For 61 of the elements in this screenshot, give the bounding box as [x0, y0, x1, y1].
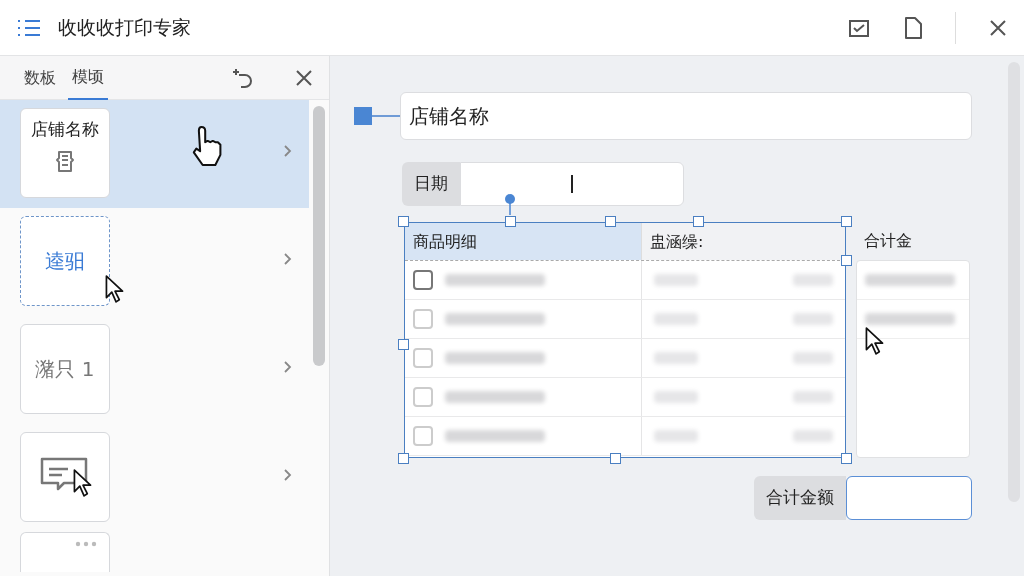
- blurred-text: [654, 274, 698, 286]
- resize-handle[interactable]: [398, 453, 409, 464]
- template-card[interactable]: 店铺名称: [20, 108, 110, 198]
- template-card[interactable]: 逵驲: [20, 216, 110, 306]
- resize-handle[interactable]: [610, 453, 621, 464]
- total-label: 合计金额: [754, 476, 846, 520]
- anchor-handle[interactable]: [354, 107, 372, 125]
- chevron-right-icon: [283, 144, 293, 158]
- template-card[interactable]: [20, 432, 110, 522]
- document-icon[interactable]: [903, 15, 923, 40]
- resize-handle[interactable]: [605, 216, 616, 227]
- close-icon[interactable]: [295, 68, 313, 87]
- checkbox[interactable]: [413, 387, 433, 407]
- resize-handle[interactable]: [841, 216, 852, 227]
- chevron-right-icon: [283, 468, 293, 482]
- sidebar-item[interactable]: 逵驲: [0, 208, 309, 316]
- sidebar-item[interactable]: 潴只 1: [0, 316, 309, 424]
- pointer-icon: [72, 468, 94, 498]
- blurred-text: [654, 391, 698, 403]
- panel-tab[interactable]: 数板: [20, 55, 60, 100]
- pointer-icon: [104, 274, 126, 304]
- template-card[interactable]: 潴只 1: [20, 324, 110, 414]
- close-icon[interactable]: [988, 17, 1008, 38]
- title-field[interactable]: 店铺名称: [400, 92, 972, 140]
- resize-handle[interactable]: [398, 339, 409, 350]
- chevron-right-icon: [283, 360, 293, 374]
- menu-icon[interactable]: [16, 17, 42, 38]
- resize-handle[interactable]: [841, 255, 852, 266]
- checkbox[interactable]: [413, 348, 433, 368]
- total-field[interactable]: [846, 476, 972, 520]
- scrollbar-thumb[interactable]: [313, 106, 325, 366]
- blurred-text: [793, 430, 833, 442]
- blurred-text: [654, 352, 698, 364]
- checkbox[interactable]: [413, 426, 433, 446]
- column-header: 盅涵缲:: [641, 223, 845, 260]
- date-field[interactable]: [460, 162, 684, 206]
- checkbox[interactable]: [413, 309, 433, 329]
- blurred-text: [654, 313, 698, 325]
- undo-icon[interactable]: [231, 66, 255, 89]
- blurred-text: [793, 352, 833, 364]
- resize-handle[interactable]: [398, 216, 409, 227]
- card-label: 潴只 1: [35, 356, 95, 383]
- pointer-icon: [864, 326, 886, 356]
- resize-handle[interactable]: [505, 216, 516, 227]
- rotate-handle[interactable]: [504, 193, 516, 215]
- blurred-text: [793, 274, 833, 286]
- checkbox[interactable]: [413, 270, 433, 290]
- chevron-right-icon: [283, 252, 293, 266]
- blurred-text: [654, 430, 698, 442]
- resize-handle[interactable]: [693, 216, 704, 227]
- text-cursor-icon: [571, 175, 573, 193]
- window-title: 收收收打印专家: [58, 15, 191, 41]
- blurred-text: [793, 391, 833, 403]
- card-label: 逵驲: [45, 248, 85, 275]
- date-label: 日期: [402, 162, 460, 206]
- more-icon: [75, 541, 97, 547]
- sidebar-item[interactable]: 店铺名称: [0, 100, 309, 208]
- column-header: 商品明细: [405, 223, 641, 260]
- resize-handle[interactable]: [841, 453, 852, 464]
- blurred-text: [793, 313, 833, 325]
- card-label: 店铺名称: [31, 118, 99, 141]
